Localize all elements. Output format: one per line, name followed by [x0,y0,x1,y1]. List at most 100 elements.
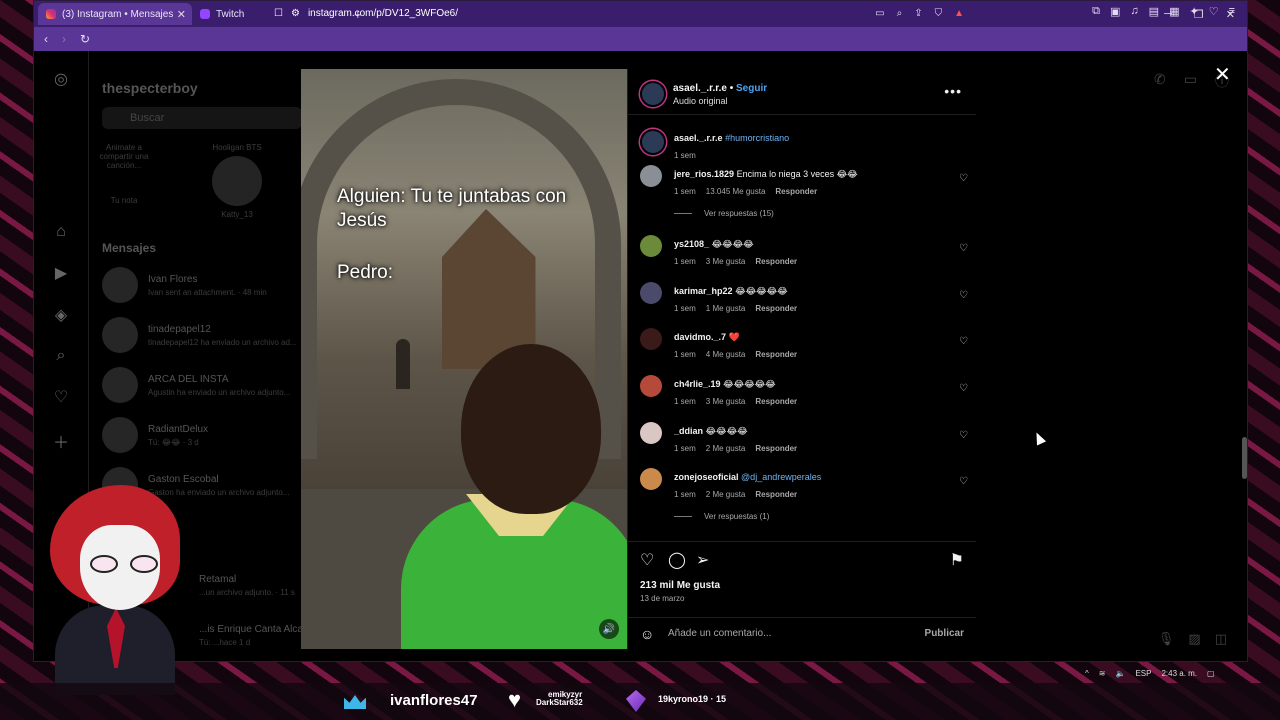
share-icon[interactable]: ➢ [696,550,709,570]
publish-button[interactable]: Publicar [925,628,964,639]
view-replies-button[interactable]: Ver respuestas (15) [674,209,774,218]
comment-user[interactable]: _ddian [674,426,703,436]
avatar[interactable] [640,235,662,257]
comment-likes[interactable]: 13.045 Me gusta [706,187,766,196]
more-options-icon[interactable]: ••• [944,83,962,99]
reload-icon[interactable]: ↻ [80,32,90,46]
reply-button[interactable]: Responder [755,397,797,406]
comment-like-icon[interactable]: ♡ [959,243,968,254]
avatar[interactable] [640,129,666,155]
sticker-icon[interactable]: ◫ [1215,631,1227,647]
wifi-icon[interactable]: ≋ [1099,669,1106,678]
reply-button[interactable]: Responder [755,350,797,359]
comment-user[interactable]: ys2108_ [674,239,709,249]
comment-like-icon[interactable]: ♡ [959,476,968,487]
comments-list[interactable]: asael._.r.r.e #humorcristiano 1 sem jere… [628,119,976,539]
reply-button[interactable]: Responder [755,444,797,453]
post-author[interactable]: asael._.r.r.e [673,83,727,94]
comment-like-icon[interactable]: ♡ [959,336,968,347]
wallet-icon[interactable]: ▣ [1110,5,1120,18]
cast-icon[interactable]: ▭ [875,8,884,19]
caption-hashtag[interactable]: #humorcristiano [725,133,789,143]
site-info-icon[interactable]: ⚙ [291,8,300,19]
create-icon[interactable]: ＋ [53,429,69,453]
instagram-logo-icon[interactable]: ◎ [54,69,68,89]
scrollbar-thumb[interactable] [1242,437,1247,479]
tab-instagram[interactable]: (3) Instagram • Mensajes ✕ [38,3,192,25]
shield-icon[interactable]: ⛉ [935,8,943,19]
microphone-icon[interactable]: 🎙 [1158,631,1175,647]
thread-item[interactable]: Ivan Flores Ivan sent an attachment. · 48… [102,265,332,305]
tab-close-icon[interactable]: ✕ [177,8,186,21]
save-bookmark-icon[interactable]: ⚑ [950,550,964,570]
thread-item[interactable]: RadiantDelux Tú: 😂😂 · 3 d [102,415,332,455]
forward-icon[interactable]: › [62,32,66,46]
comment-like-icon[interactable]: ♡ [959,430,968,441]
account-username[interactable]: thespecterboy [102,80,198,96]
comment-likes[interactable]: 2 Me gusta [706,490,746,499]
language-indicator[interactable]: ESP [1135,669,1151,678]
note-own[interactable]: Animate a compartir una canción... Tu no… [94,143,154,205]
ai-icon[interactable]: ✦ [1189,5,1198,18]
comment-likes[interactable]: 2 Me gusta [706,444,746,453]
comment-icon[interactable]: ◯ [668,550,686,570]
avatar[interactable] [640,375,662,397]
avatar[interactable] [640,468,662,490]
tray-chevron-icon[interactable]: ^ [1085,669,1089,678]
audio-label[interactable]: Audio original [673,96,728,106]
reels-icon[interactable]: ▶ [55,263,67,283]
comment-like-icon[interactable]: ♡ [959,290,968,301]
avatar[interactable] [640,422,662,444]
explore-icon[interactable]: ◈ [55,305,67,325]
reply-button[interactable]: Responder [755,490,797,499]
back-icon[interactable]: ‹ [44,32,48,46]
reply-button[interactable]: Responder [755,257,797,266]
comment-like-icon[interactable]: ♡ [959,383,968,394]
home-icon[interactable]: ⌂ [56,223,66,241]
comment-like-icon[interactable]: ♡ [959,173,968,184]
reply-button[interactable]: Responder [775,187,817,196]
extensions-icon[interactable]: ⧉ [1092,5,1100,18]
modal-close-icon[interactable]: ✕ [1214,62,1231,87]
search-input[interactable]: Buscar [102,107,302,129]
page-scrollbar[interactable] [1242,107,1247,661]
comment-user[interactable]: ch4rlie_.19 [674,379,721,389]
notifications-heart-icon[interactable]: ♡ [54,387,68,407]
caption-author[interactable]: asael._.r.r.e [674,133,723,143]
comment-user[interactable]: davidmo._.7 [674,332,726,342]
music-icon[interactable]: ♫ [1130,5,1138,18]
comment-user[interactable]: zonejoseoficial [674,472,739,482]
follow-button[interactable]: Seguir [736,83,767,94]
search-icon[interactable]: ⌕ [57,347,66,365]
emoji-icon[interactable]: ☺ [640,626,654,642]
notifications-icon[interactable]: ▢ [1207,669,1215,678]
comment-likes[interactable]: 3 Me gusta [706,397,746,406]
sidebar-icon[interactable]: ▤ [1149,5,1159,18]
bookmark-icon[interactable]: ☐ [274,8,283,19]
address-bar[interactable]: ☐ ⚙ instagram.com/p/DV12_3WFOe6/ ▭ ⌕ ⇪ ⛉… [274,3,964,23]
zoom-icon[interactable]: ⌕ [897,8,903,19]
note-friend[interactable]: Hooligan BTS Katty_13 [207,143,267,219]
comment-likes[interactable]: 3 Me gusta [706,257,746,266]
avatar[interactable] [640,282,662,304]
comment-user[interactable]: jere_rios.1829 [674,169,734,179]
audio-toggle-icon[interactable]: 🔊 [599,619,619,639]
thread-item[interactable]: tinadepapel12 tinadepapel12 ha enviado un… [102,315,332,355]
avatar[interactable] [640,165,662,187]
image-icon[interactable]: ▨ [1188,631,1200,647]
call-icon[interactable]: ✆ [1154,71,1166,91]
comment-user[interactable]: karimar_hp22 [674,286,733,296]
video-call-icon[interactable]: ▭ [1184,71,1197,91]
comment-likes[interactable]: 4 Me gusta [706,350,746,359]
like-count[interactable]: 213 mil Me gusta [640,580,720,591]
comment-likes[interactable]: 1 Me gusta [706,304,746,313]
reel-video[interactable]: Alguien: Tu te juntabas con Jesús Pedro:… [301,69,627,649]
comment-input[interactable]: Añade un comentario... [668,628,771,639]
like-icon[interactable]: ♡ [640,550,654,570]
reply-button[interactable]: Responder [755,304,797,313]
avatar[interactable] [640,81,666,107]
view-replies-button[interactable]: Ver respuestas (1) [674,512,769,521]
share-icon[interactable]: ⇪ [914,8,922,19]
thread-item[interactable]: ARCA DEL INSTA Agustin ha enviado un arch… [102,365,332,405]
avatar[interactable] [640,328,662,350]
